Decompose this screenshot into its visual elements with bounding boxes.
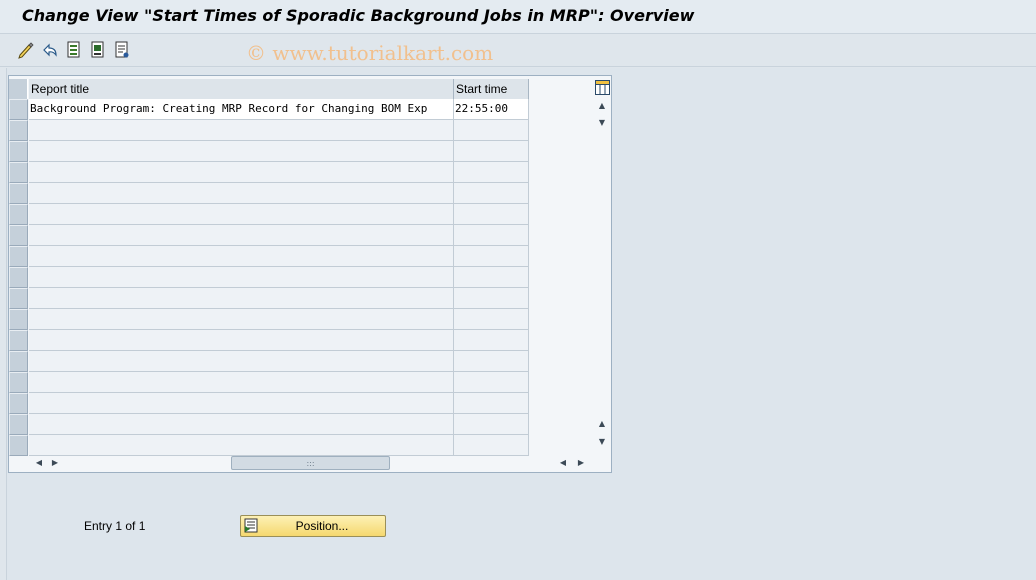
report-title-cell[interactable] (29, 120, 454, 141)
table-row (9, 267, 529, 288)
table-row (9, 372, 529, 393)
start-time-cell[interactable] (454, 435, 529, 456)
document-select-icon[interactable] (64, 40, 84, 60)
report-title-cell[interactable] (29, 204, 454, 225)
page-right-arrow-icon[interactable]: ▶ (575, 458, 587, 468)
row-selector[interactable] (9, 414, 28, 435)
undo-icon[interactable] (40, 40, 60, 60)
start-time-cell[interactable] (454, 351, 529, 372)
table-row (9, 351, 529, 372)
table-row (9, 141, 529, 162)
table-row (9, 246, 529, 267)
row-selector[interactable] (9, 267, 28, 288)
start-time-cell[interactable] (454, 414, 529, 435)
row-selector[interactable] (9, 372, 28, 393)
row-selector[interactable] (9, 225, 28, 246)
select-all-cell[interactable] (9, 79, 28, 99)
table-settings-icon[interactable] (594, 79, 610, 95)
report-title-cell[interactable] (29, 351, 454, 372)
horizontal-scrollbar[interactable]: ◀ ▶ ::: ◀ ▶ (33, 455, 588, 471)
application-toolbar: © www.tutorialkart.com (0, 35, 1036, 67)
report-title-cell[interactable] (29, 141, 454, 162)
table-control: Report title Start time Background Progr… (8, 75, 612, 473)
scroll-left-arrow-icon[interactable]: ◀ (33, 458, 45, 468)
table-row (9, 204, 529, 225)
column-header-start-time[interactable]: Start time (454, 79, 529, 99)
start-time-cell[interactable] (454, 225, 529, 246)
row-selector[interactable] (9, 330, 28, 351)
page-up-arrow-icon[interactable]: ▲ (596, 419, 608, 429)
start-time-cell[interactable]: 22:55:00 (454, 99, 529, 120)
entry-count-text: Entry 1 of 1 (84, 519, 146, 533)
start-time-cell[interactable] (454, 246, 529, 267)
row-selector[interactable] (9, 393, 28, 414)
start-time-cell[interactable] (454, 330, 529, 351)
title-bar: Change View "Start Times of Sporadic Bac… (0, 0, 1036, 34)
table-row (9, 120, 529, 141)
document-info-icon[interactable] (112, 40, 132, 60)
start-time-cell[interactable] (454, 204, 529, 225)
report-title-cell[interactable]: Background Program: Creating MRP Record … (29, 99, 454, 120)
table-row (9, 330, 529, 351)
row-selector[interactable] (9, 435, 28, 456)
scroll-right-arrow-icon[interactable]: ▶ (49, 458, 61, 468)
row-selector[interactable] (9, 99, 28, 120)
table-row (9, 393, 529, 414)
report-title-cell[interactable] (29, 372, 454, 393)
report-title-cell[interactable] (29, 330, 454, 351)
vertical-scrollbar[interactable]: ▲ ▼ ▲ ▼ (594, 99, 610, 449)
edit-pen-icon[interactable] (16, 40, 36, 60)
row-selector[interactable] (9, 288, 28, 309)
start-time-cell[interactable] (454, 183, 529, 204)
table-row (9, 414, 529, 435)
report-title-cell[interactable] (29, 246, 454, 267)
table-row (9, 435, 529, 456)
table-row (9, 288, 529, 309)
page-down-arrow-icon[interactable]: ▼ (596, 118, 608, 128)
watermark-text: © www.tutorialkart.com (246, 41, 494, 65)
report-title-cell[interactable] (29, 435, 454, 456)
row-selector[interactable] (9, 246, 28, 267)
start-time-cell[interactable] (454, 141, 529, 162)
document-save-icon[interactable] (88, 40, 108, 60)
row-selector[interactable] (9, 120, 28, 141)
start-time-cell[interactable] (454, 162, 529, 183)
report-title-cell[interactable] (29, 225, 454, 246)
row-selector[interactable] (9, 162, 28, 183)
horizontal-scroll-thumb[interactable]: ::: (231, 456, 390, 470)
row-selector[interactable] (9, 351, 28, 372)
start-time-cell[interactable] (454, 267, 529, 288)
window-title: Change View "Start Times of Sporadic Bac… (22, 6, 695, 25)
report-title-cell[interactable] (29, 183, 454, 204)
report-title-cell[interactable] (29, 267, 454, 288)
table-row (9, 162, 529, 183)
start-time-cell[interactable] (454, 120, 529, 141)
start-time-cell[interactable] (454, 309, 529, 330)
start-time-cell[interactable] (454, 288, 529, 309)
table-header: Report title Start time (9, 79, 529, 99)
table-row (9, 183, 529, 204)
position-button-label: Position... (295, 519, 349, 533)
page-left-arrow-icon[interactable]: ◀ (557, 458, 569, 468)
report-title-cell[interactable] (29, 414, 454, 435)
table-row (9, 309, 529, 330)
column-header-report-title[interactable]: Report title (29, 79, 454, 99)
row-selector[interactable] (9, 183, 28, 204)
report-title-cell[interactable] (29, 393, 454, 414)
start-time-cell[interactable] (454, 393, 529, 414)
row-selector[interactable] (9, 141, 28, 162)
report-title-cell[interactable] (29, 162, 454, 183)
table-row: Background Program: Creating MRP Record … (9, 99, 529, 120)
scroll-up-arrow-icon[interactable]: ▲ (596, 101, 608, 111)
row-selector[interactable] (9, 204, 28, 225)
row-selector[interactable] (9, 309, 28, 330)
table-row (9, 225, 529, 246)
position-button[interactable]: Position... (240, 515, 386, 537)
report-title-cell[interactable] (29, 288, 454, 309)
start-time-cell[interactable] (454, 372, 529, 393)
scroll-down-arrow-icon[interactable]: ▼ (596, 437, 608, 447)
report-title-cell[interactable] (29, 309, 454, 330)
